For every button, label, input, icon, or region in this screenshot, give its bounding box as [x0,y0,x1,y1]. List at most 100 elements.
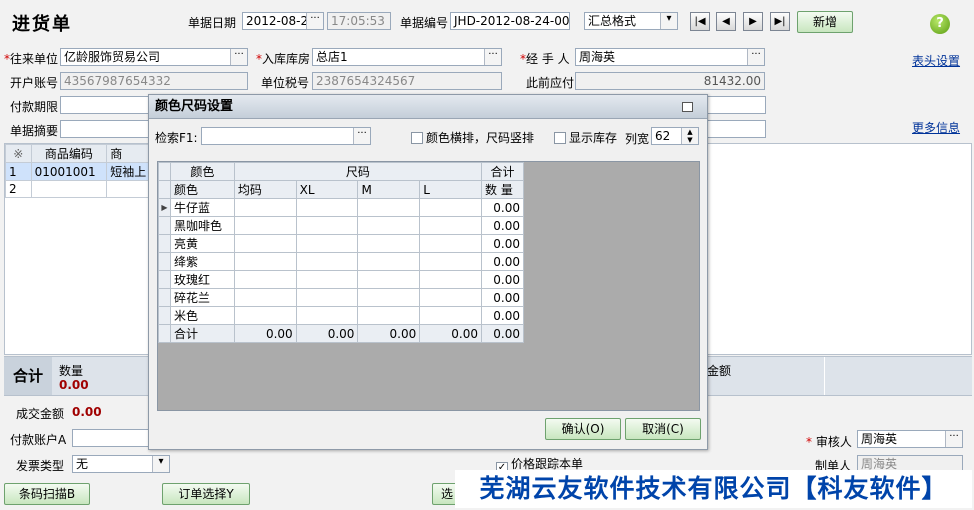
date-label: 单据日期 [188,16,237,30]
grid-header-marker: ※ [5,144,32,163]
handler-field[interactable]: 周海英 ··· [575,48,765,66]
docno-label: 单据编号 [400,16,449,30]
prev-icon: ◀ [722,16,730,27]
more-info-link[interactable]: 更多信息 [912,119,960,136]
summary-label: 单据摘要 [10,124,59,138]
sub-header-size-2: XL [295,180,359,199]
col-width-label: 列宽 [625,132,650,146]
handler-value: 周海英 [579,50,616,64]
opt-stock-checkbox[interactable]: 显示库存 [554,129,617,146]
table-row[interactable]: 2 [5,180,155,198]
table-row[interactable]: 玫瑰红 0.00 [158,270,524,289]
new-button[interactable]: 新增 [797,11,853,33]
chevron-down-icon[interactable]: ▾ [660,13,677,29]
color-size-dialog[interactable]: 颜色尺码设置 检索F1: ··· 颜色横排，尺码竖排 显示库存 列宽 62 ▲ ▼ … [148,94,708,450]
warehouse-value: 总店1 [316,50,348,64]
dialog-search-input[interactable]: ··· [201,127,371,145]
payable-field: 81432.00 [575,72,765,90]
totals-label: 合计 [4,357,52,395]
company-watermark: 芜湖云友软件技术有限公司【科友软件】 [455,470,972,508]
checkbox-icon [554,132,566,144]
totals-amount-label: 金额 [707,364,732,378]
right-field-row4[interactable] [706,120,766,138]
invoice-type-select[interactable]: 无 ▾ [72,455,170,473]
group-header-total: 合计 [481,162,524,181]
format-value: 汇总格式 [588,14,637,28]
sub-header-qty: 数 量 [481,180,524,199]
taxno-label: 单位税号 [261,76,310,90]
date-picker-button[interactable]: ··· [306,13,323,29]
row-number: 2 [5,180,32,198]
dialog-search-button[interactable]: ··· [353,128,370,144]
prev-record-button[interactable]: ◀ [716,12,736,31]
sub-header-size-3: M [357,180,421,199]
account-field[interactable]: 43567987654332 [60,72,248,90]
reviewer-value: 周海英 [861,432,898,446]
taxno-field[interactable]: 2387654324567 [312,72,502,90]
dialog-search-label: 检索F1: [155,131,198,145]
row-number: 1 [5,162,32,181]
spinner-icon[interactable]: ▲ ▼ [681,128,698,144]
cell-code[interactable]: 01001001 [30,162,108,181]
grid-header-code[interactable]: 商品编码 [30,144,108,163]
opt-horizontal-checkbox[interactable]: 颜色横排，尺码竖排 [411,129,534,146]
summary-field[interactable] [60,120,150,138]
sub-header-size-4: L [419,180,482,199]
first-icon: |◀ [694,16,706,27]
warehouse-field[interactable]: 总店1 ··· [312,48,502,66]
col-width-stepper[interactable]: 62 ▲ ▼ [651,127,699,145]
format-select[interactable]: 汇总格式 ▾ [584,12,678,30]
partner-value: 亿龄服饰贸易公司 [64,50,161,64]
help-icon[interactable]: ? [930,14,950,34]
first-record-button[interactable]: |◀ [690,12,710,31]
partner-label: *往来单位 [4,52,59,66]
sub-header-color: 颜色 [169,180,235,199]
account-label: 开户账号 [10,76,59,90]
size-grid[interactable]: 颜色 尺码 合计 颜色 均码 XL M L 数 量 ▶ 牛仔蓝 0.00 黑咖啡色 0… [157,161,700,411]
pay-account-label: 付款账户A [10,433,67,447]
handler-lookup-button[interactable]: ··· [747,49,764,65]
table-row[interactable]: ▶ 牛仔蓝 0.00 [158,198,524,217]
invoice-type-value: 无 [76,457,89,471]
table-row[interactable]: 1 01001001 短袖上 [5,162,155,181]
right-field-row3[interactable] [706,96,766,114]
table-row[interactable]: 亮黄 0.00 [158,234,524,253]
totals-qty-value: 0.00 [59,378,89,392]
partner-field[interactable]: 亿龄服饰贸易公司 ··· [60,48,248,66]
reviewer-field[interactable]: 周海英 ··· [857,430,963,448]
table-row[interactable]: 黑咖啡色 0.00 [158,216,524,235]
warehouse-lookup-button[interactable]: ··· [484,49,501,65]
payable-label: 此前应付 [526,76,575,90]
term-field[interactable] [60,96,150,114]
table-row[interactable]: 碎花兰 0.00 [158,288,524,307]
header-settings-link[interactable]: 表头设置 [912,52,960,69]
current-row-icon: ▶ [158,198,171,217]
cancel-button[interactable]: 取消(C) [625,418,701,440]
table-row[interactable]: 米色 0.00 [158,306,524,325]
time-field[interactable]: 17:05:53 [327,12,391,30]
invoice-type-label: 发票类型 [16,459,65,473]
partner-lookup-button[interactable]: ··· [230,49,247,65]
last-icon: ▶| [774,16,786,27]
date-field[interactable]: 2012-08-24 ··· [242,12,324,30]
group-header-color: 颜色 [169,162,235,181]
sub-header-size-1: 均码 [233,180,297,199]
next-icon: ▶ [749,16,757,27]
pay-account-field[interactable] [72,429,150,447]
docno-field[interactable]: JHD-2012-08-24-0000: [450,12,570,30]
chevron-down-icon[interactable]: ▾ [152,456,169,472]
table-row[interactable]: 绛紫 0.00 [158,252,524,271]
reviewer-lookup-button[interactable]: ··· [945,431,962,447]
dialog-minimize-icon[interactable] [682,102,693,112]
col-width-value: 62 [655,129,671,143]
total-row: 合计 0.00 0.00 0.00 0.00 0.00 [158,324,524,343]
next-record-button[interactable]: ▶ [743,12,763,31]
barcode-scan-button[interactable]: 条码扫描B [4,483,90,505]
last-record-button[interactable]: ▶| [770,12,790,31]
confirm-button[interactable]: 确认(O) [545,418,621,440]
checkbox-icon [411,132,423,144]
handler-label: *经 手 人 [520,52,570,66]
totals-qty-label: 数量 [59,364,84,378]
order-select-button[interactable]: 订单选择Y [162,483,250,505]
cell-code[interactable] [30,180,108,198]
